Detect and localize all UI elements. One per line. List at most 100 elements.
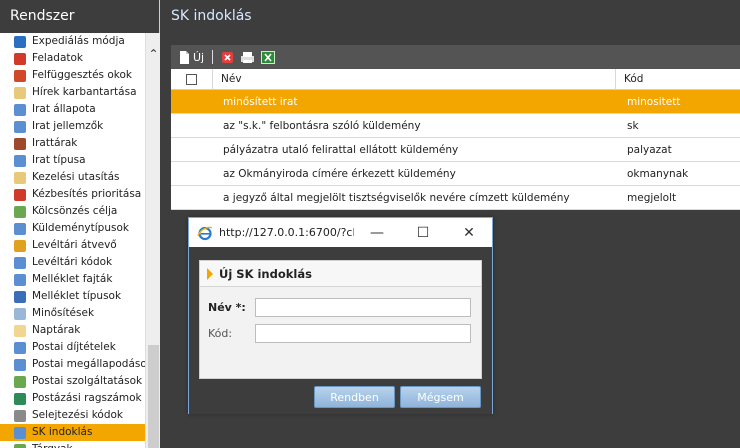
sidebar-item[interactable]: Irattárak [0,135,145,152]
close-icon[interactable]: ✕ [446,225,492,241]
name-input[interactable] [255,298,471,317]
popup-window: http://127.0.0.1:6700/?cl... — ☐ ✕ Új SK… [188,217,493,414]
select-all-checkbox[interactable] [186,73,197,85]
sidebar-item[interactable]: Levéltári átvevő [0,237,145,254]
archive-icon [14,137,26,150]
document-type-icon [14,154,26,167]
popup-url: http://127.0.0.1:6700/?cl... [219,226,354,239]
scroll-thumb[interactable] [148,345,159,448]
maximize-icon[interactable]: ☐ [400,225,446,241]
attachment-kind-icon [14,273,26,286]
expand-arrow-icon [207,267,213,280]
sidebar-item[interactable]: Selejtezési kódok [0,407,145,424]
excel-export-button[interactable] [261,50,276,64]
trash-icon [14,409,26,422]
excel-icon [261,50,276,64]
popup-body: Új SK indoklás Név *: Kód: Rendben Mégse… [189,247,492,414]
attachment-type-icon [14,290,26,303]
sidebar-item-label: Expediálás módja [32,35,125,47]
cell-code: sk [627,119,639,132]
print-button[interactable] [240,51,255,64]
sidebar-item-label: Postai díjtételek [32,341,116,353]
priority-icon [14,188,26,201]
dialog-title: Új SK indoklás [200,261,481,287]
table-row[interactable]: minősített irat minositett [171,90,740,114]
table-row[interactable]: a jegyző által megjelölt tisztségviselők… [171,186,740,210]
sidebar-item[interactable]: Postázási ragszámok [0,390,145,407]
page-title: SK indoklás [171,8,252,24]
minimize-icon[interactable]: — [354,225,400,241]
sidebar-item[interactable]: Kezelési utasítás [0,169,145,186]
note-icon [14,171,26,184]
column-header-name[interactable]: Név [213,68,616,90]
sidebar-scrollbar[interactable]: ⌃ [145,33,160,448]
ok-button[interactable]: Rendben [314,386,395,408]
sidebar-item[interactable]: Irat jellemzők [0,118,145,135]
sidebar-item-label: Felfüggesztés okok [32,69,132,81]
sidebar-item-label: Küldeménytípusok [32,222,129,234]
name-label: Név *: [208,301,246,314]
new-button-label: Új [193,50,205,64]
table-row[interactable]: pályázatra utaló felirattal ellátott kül… [171,138,740,162]
delete-button[interactable] [221,51,234,64]
news-icon [14,86,26,99]
classification-icon [14,307,26,320]
sidebar-item-label: Feladatok [32,52,83,64]
toolbar-separator [212,50,214,64]
sidebar-item-label: Levéltári kódok [32,256,113,268]
table-row[interactable]: az Okmányiroda címére érkezett küldemény… [171,162,740,186]
cell-code: palyazat [627,143,672,156]
sidebar-item[interactable]: Irat állapota [0,101,145,118]
sidebar-item[interactable]: Minősítések [0,305,145,322]
sidebar-item[interactable]: Melléklet típusok [0,288,145,305]
sidebar-item[interactable]: Expediálás módja [0,33,145,50]
sidebar-item-label: Postai szolgáltatások [32,375,143,387]
delete-icon [222,51,234,63]
code-row: Kód: [208,324,471,343]
sidebar-item-label: Minősítések [32,307,95,319]
document-properties-icon [14,120,26,133]
cell-code: minositett [627,95,681,108]
sidebar-item[interactable]: Naptárak [0,322,145,339]
internet-explorer-icon [197,226,213,240]
sidebar-item[interactable]: Hírek karbantartása [0,84,145,101]
sidebar-item-label: Selejtezési kódok [32,409,123,421]
tasks-icon [14,52,26,65]
sidebar-item[interactable]: Postai megállapodások [0,356,145,373]
cell-name: pályázatra utaló felirattal ellátott kül… [223,143,459,156]
sidebar-item[interactable]: SK indoklás [0,424,145,441]
new-button[interactable]: Új [179,50,205,64]
sidebar-item[interactable]: Irat típusa [0,152,145,169]
sidebar-item[interactable]: Felfüggesztés okok [0,67,145,84]
sidebar-item[interactable]: Melléklet fajták [0,271,145,288]
sidebar-item-label: Irat típusa [32,154,86,166]
cancel-button[interactable]: Mégsem [400,386,481,408]
sidebar-item[interactable]: Küldeménytípusok [0,220,145,237]
sidebar-item[interactable]: Kézbesítés prioritása [0,186,145,203]
sidebar-item[interactable]: Postai díjtételek [0,339,145,356]
sidebar-list: Expediálás módja Feladatok Felfüggesztés o… [0,33,145,448]
sidebar-item[interactable]: Levéltári kódok [0,254,145,271]
new-document-icon [180,50,189,64]
sidebar-item[interactable]: Postai szolgáltatások [0,373,145,390]
sidebar-item[interactable]: Tárgyak [0,441,145,448]
column-header-code[interactable]: Kód [616,69,740,90]
postal-fees-icon [14,341,26,354]
print-icon [241,51,255,63]
sidebar-item-label: SK indoklás [32,426,93,438]
table-row[interactable]: az "s.k." felbontásra szóló küldemény sk [171,114,740,138]
archive-codes-icon [14,256,26,269]
sidebar-item[interactable]: Kölcsönzés célja [0,203,145,220]
subjects-icon [14,443,26,448]
loan-icon [14,205,26,218]
toolbar: Új [171,45,740,69]
sidebar-item-label: Levéltári átvevő [32,239,117,251]
code-input[interactable] [255,324,471,343]
sidebar-item-label: Postázási ragszámok [32,392,142,404]
scroll-up-icon[interactable]: ⌃ [146,45,161,63]
cell-name: minősített irat [223,95,298,108]
sidebar-item-label: Irat jellemzők [32,120,104,132]
sidebar-item-label: Melléklet típusok [32,290,122,302]
archive-receiver-icon [14,239,26,252]
sidebar-item[interactable]: Feladatok [0,50,145,67]
